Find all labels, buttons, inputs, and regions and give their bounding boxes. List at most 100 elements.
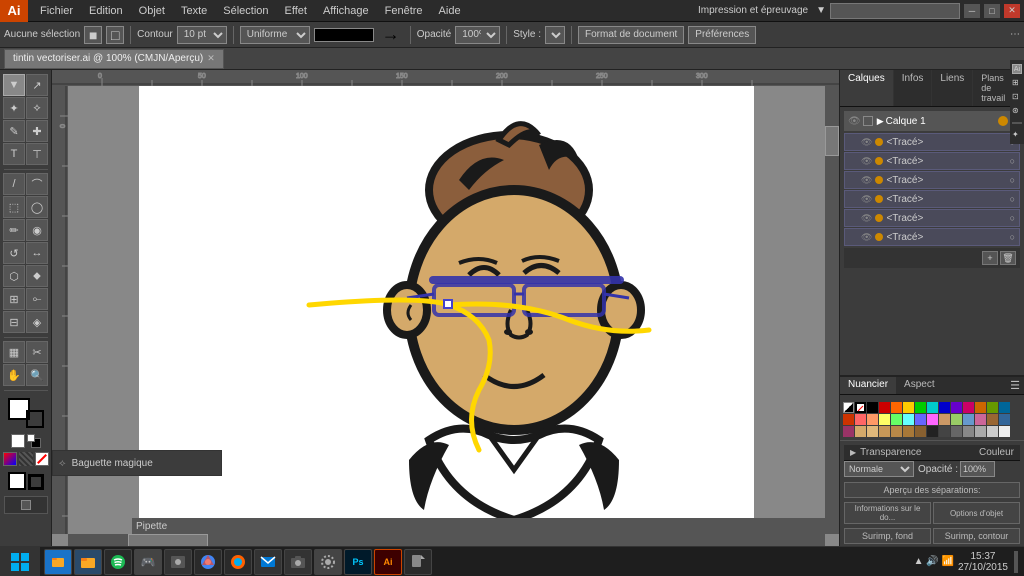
- menu-aide[interactable]: Aide: [431, 3, 469, 19]
- tab-liens[interactable]: Liens: [932, 70, 973, 106]
- layer-item-5[interactable]: 👁 <Tracé> ○: [844, 209, 1020, 227]
- swap-colors-icon[interactable]: [27, 434, 41, 448]
- active-fill[interactable]: [8, 472, 26, 490]
- surimp-fond-button[interactable]: Surimp, fond: [844, 528, 931, 544]
- tab-close-icon[interactable]: ✕: [207, 53, 215, 64]
- magic-wand-tool[interactable]: ✦: [3, 97, 25, 119]
- column-graph-tool[interactable]: ▦: [3, 341, 25, 363]
- swatch-olive[interactable]: [987, 402, 998, 413]
- swatch-steel-blue[interactable]: [999, 414, 1010, 425]
- fill-indicator[interactable]: ■: [84, 26, 102, 44]
- show-desktop-button[interactable]: [1014, 551, 1018, 573]
- swatch-gray4[interactable]: [963, 426, 974, 437]
- pen-tool[interactable]: ✎: [3, 120, 25, 142]
- swatch-lt-gray[interactable]: [999, 426, 1010, 437]
- info-doc-button[interactable]: Informations sur le do...: [844, 502, 931, 524]
- swatch-red[interactable]: [879, 402, 890, 413]
- swatch-lt-blue[interactable]: [915, 414, 926, 425]
- swatch-black[interactable]: [867, 402, 878, 413]
- layer-item-1[interactable]: 👁 <Tracé> ○: [844, 133, 1020, 151]
- color-mode-icon[interactable]: [3, 452, 17, 466]
- swatch-dk-brown[interactable]: [987, 414, 998, 425]
- swatch-sage[interactable]: [951, 414, 962, 425]
- menu-affichage[interactable]: Affichage: [315, 3, 377, 19]
- taskbar-illustrator[interactable]: Ai: [374, 549, 402, 575]
- swatch-yellow[interactable]: [903, 402, 914, 413]
- swatches-menu-icon[interactable]: ☰: [1006, 377, 1024, 394]
- default-colors-icon[interactable]: [11, 434, 25, 448]
- new-layer-button[interactable]: +: [982, 251, 998, 265]
- item-eye-2[interactable]: 👁: [861, 156, 872, 167]
- taskbar-photos[interactable]: [164, 549, 192, 575]
- taskbar-settings[interactable]: [314, 549, 342, 575]
- taskbar-chrome[interactable]: [194, 549, 222, 575]
- swatch-registration[interactable]: [843, 402, 854, 413]
- taskbar-photoshop[interactable]: Ps: [344, 549, 372, 575]
- stroke-style-select[interactable]: Uniforme: [240, 26, 310, 44]
- swatch-skin5[interactable]: [903, 426, 914, 437]
- close-button[interactable]: ✕: [1004, 4, 1020, 18]
- paintbrush-tool[interactable]: ✏: [3, 219, 25, 241]
- taskbar-firefox[interactable]: [224, 549, 252, 575]
- type-path-tool[interactable]: ⊤: [26, 143, 48, 165]
- direct-selection-tool[interactable]: ↗: [26, 74, 48, 96]
- type-tool[interactable]: T: [3, 143, 25, 165]
- graph-tool[interactable]: ⊟: [3, 311, 25, 333]
- taskbar-game[interactable]: 🎮: [134, 549, 162, 575]
- swatch-dark-red[interactable]: [843, 414, 854, 425]
- add-anchor-tool[interactable]: ✚: [26, 120, 48, 142]
- menu-edition[interactable]: Edition: [81, 3, 131, 19]
- menu-effet[interactable]: Effet: [277, 3, 315, 19]
- swatch-pink[interactable]: [963, 402, 974, 413]
- item-eye-4[interactable]: 👁: [861, 194, 872, 205]
- swatch-skin1[interactable]: [855, 426, 866, 437]
- swatch-brown[interactable]: [975, 402, 986, 413]
- tab-infos[interactable]: Infos: [894, 70, 933, 106]
- swatch-skin2[interactable]: [867, 426, 878, 437]
- style-select[interactable]: [545, 26, 565, 44]
- layer-1-header[interactable]: 👁 ▶ Calque 1 ○: [844, 111, 1020, 131]
- blob-brush-tool[interactable]: ◉: [26, 219, 48, 241]
- zoom-tool[interactable]: 🔍: [26, 364, 48, 386]
- preferences-button[interactable]: Préférences: [688, 26, 756, 44]
- layer-item-4[interactable]: 👁 <Tracé> ○: [844, 190, 1020, 208]
- tab-calques[interactable]: Calques: [840, 70, 894, 106]
- scale-tool[interactable]: ⬡: [3, 265, 25, 287]
- document-tab[interactable]: tintin vectoriser.ai @ 100% (CMJN/Aperçu…: [4, 49, 224, 69]
- swatch-skin6[interactable]: [915, 426, 926, 437]
- swatch-mauve[interactable]: [975, 414, 986, 425]
- item-eye-6[interactable]: 👁: [861, 232, 872, 243]
- swatch-plum[interactable]: [843, 426, 854, 437]
- stroke-size-select[interactable]: 10 pt: [177, 26, 227, 44]
- format-doc-button[interactable]: Format de document: [578, 26, 684, 44]
- swatch-cyan[interactable]: [927, 402, 938, 413]
- selection-tool[interactable]: ▼: [3, 74, 25, 96]
- stroke-box[interactable]: [26, 410, 44, 428]
- swatch-lt-green[interactable]: [891, 414, 902, 425]
- shear-tool[interactable]: ⬥: [26, 265, 48, 287]
- swatch-gray2[interactable]: [939, 426, 950, 437]
- taskbar-mail[interactable]: [254, 549, 282, 575]
- layer-item-6[interactable]: 👁 <Tracé> ○: [844, 228, 1020, 246]
- layer-item-2[interactable]: 👁 <Tracé> ○: [844, 152, 1020, 170]
- line-tool[interactable]: /: [3, 173, 25, 195]
- swatch-lt-blue2[interactable]: [963, 414, 974, 425]
- taskbar-explorer[interactable]: [44, 549, 72, 575]
- taskbar-folder[interactable]: [74, 549, 102, 575]
- stroke-indicator[interactable]: □: [106, 26, 124, 44]
- blend-mode-select[interactable]: Normale Multiplier Écran: [844, 461, 914, 477]
- ellipse-tool[interactable]: ◯: [26, 196, 48, 218]
- swatch-purple[interactable]: [951, 402, 962, 413]
- surimp-contour-button[interactable]: Surimp, contour: [933, 528, 1020, 544]
- swatch-tan[interactable]: [939, 414, 950, 425]
- swatch-teal[interactable]: [999, 402, 1010, 413]
- layer-item-3[interactable]: 👁 <Tracé> ○: [844, 171, 1020, 189]
- width-tool[interactable]: ⊞: [3, 288, 25, 310]
- opacity-input[interactable]: [960, 461, 995, 477]
- swatch-orange[interactable]: [891, 402, 902, 413]
- opacity-select[interactable]: 100%: [455, 26, 500, 44]
- options-objet-button[interactable]: Options d'objet: [933, 502, 1020, 524]
- swatch-lt-pink[interactable]: [927, 414, 938, 425]
- swatch-gray6[interactable]: [987, 426, 998, 437]
- item-eye-1[interactable]: 👁: [861, 137, 872, 148]
